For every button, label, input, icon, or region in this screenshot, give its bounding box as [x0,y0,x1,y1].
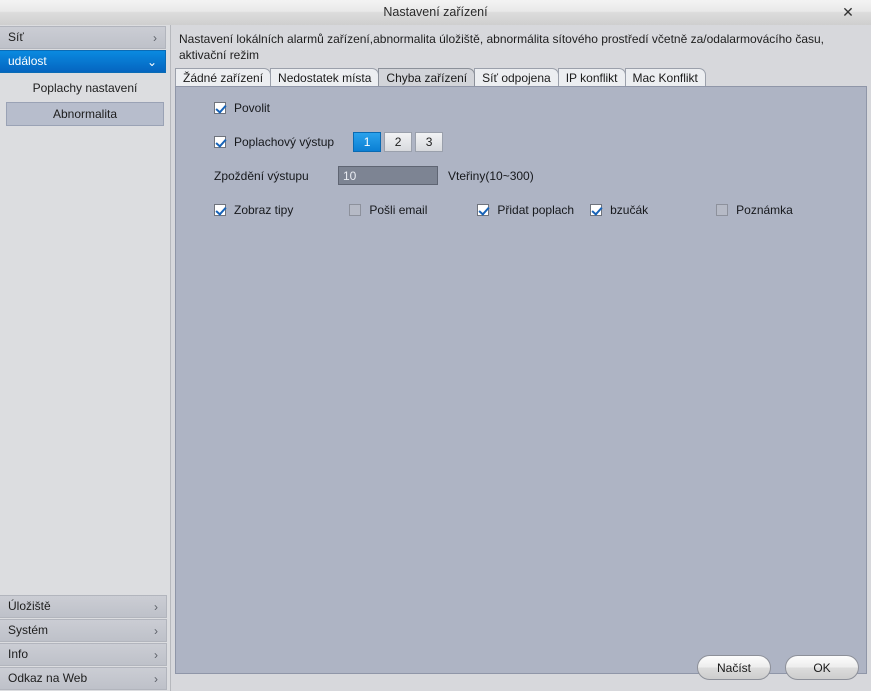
empty-checkbox-icon [349,204,362,216]
alarm-output-option-1[interactable]: 1 [353,132,382,152]
checkmark-icon [214,136,226,148]
sidebar-item-label: Síť [8,30,24,44]
empty-checkbox-icon [716,204,729,216]
show-tips-checkbox[interactable]: Zobraz tipy [214,203,293,217]
show-tips-label: Zobraz tipy [234,203,294,217]
sidebar-subnav: Poplachy nastavení Abnormalita [0,74,170,126]
device-settings-window: Nastavení zařízení ✕ Síť › událost ⌄ Pop… [0,0,871,691]
buzzer-checkbox[interactable]: bzučák [590,203,648,217]
alarm-output-option-2[interactable]: 2 [384,132,413,152]
window-title: Nastavení zařízení [383,5,488,19]
enable-checkbox[interactable]: Povolit [214,101,270,115]
sidebar-item-label: Systém [8,623,49,637]
sidebar-item-label: událost [8,54,47,68]
note-label: Poznámka [736,203,793,217]
content-area: Nastavení lokálních alarmů zařízení,abno… [171,25,871,691]
settings-panel: Povolit Poplachový výstup 1 2 3 Zpoždění… [175,86,867,674]
sidebar-item-label: Úložiště [8,599,51,613]
send-email-label: Pošli email [369,203,428,217]
add-alarm-checkbox[interactable]: Přidat poplach [477,203,574,217]
sidebar-item-info[interactable]: Info › [0,643,167,666]
sidebar-item-storage[interactable]: Úložiště › [0,595,167,618]
alarm-output-label: Poplachový výstup [234,135,335,149]
close-icon[interactable]: ✕ [825,0,871,24]
checkmark-icon [214,204,226,216]
alarm-output-option-3[interactable]: 3 [415,132,444,152]
page-description: Nastavení lokálních alarmů zařízení,abno… [179,32,824,62]
sidebar-item-system[interactable]: Systém › [0,619,167,642]
title-bar: Nastavení zařízení ✕ [0,0,871,26]
checkmark-icon [590,204,603,216]
alarm-output-checkbox[interactable]: Poplachový výstup [214,135,334,149]
ok-button[interactable]: OK [785,655,859,680]
add-alarm-label: Přidat poplach [497,203,575,217]
chevron-right-icon: › [154,623,158,638]
chevron-down-icon: ⌄ [146,54,157,69]
enable-row: Povolit [214,101,866,115]
actions-row: Zobraz tipy Pošli email Přidat poplach b… [214,203,866,217]
footer-buttons: Načíst OK [683,655,859,680]
sidebar-item-alarm-settings[interactable]: Poplachy nastavení [0,76,170,100]
buzzer-label: bzučák [610,203,649,217]
checkmark-icon [477,204,490,216]
output-delay-input[interactable] [338,166,438,185]
tab-bar: Žádné zařízení Nedostatek místa Chyba za… [175,67,871,86]
sidebar-item-web-link[interactable]: Odkaz na Web › [0,667,167,690]
output-delay-unit: Vteřiny(10~300) [448,168,534,183]
tab-ip-conflict[interactable]: IP konflikt [557,68,626,86]
output-delay-row: Zpoždění výstupu Vteřiny(10~300) [214,166,866,185]
load-button[interactable]: Načíst [697,655,771,680]
alarm-output-selector: 1 2 3 [353,132,446,152]
checkmark-icon [214,102,226,114]
tab-no-space[interactable]: Nedostatek místa [270,68,380,86]
sidebar-item-event[interactable]: událost ⌄ [0,50,166,73]
chevron-right-icon: › [154,647,158,662]
sidebar-item-network[interactable]: Síť › [0,26,166,49]
tab-device-error[interactable]: Chyba zařízení [378,68,476,86]
sidebar: Síť › událost ⌄ Poplachy nastavení Abnor… [0,25,171,691]
sidebar-bottom-group: Úložiště › Systém › Info › Odkaz na Web … [0,594,171,691]
window-body: Síť › událost ⌄ Poplachy nastavení Abnor… [0,25,871,691]
chevron-right-icon: › [153,30,157,45]
sidebar-item-label: Info [8,647,29,661]
sidebar-item-abnormality[interactable]: Abnormalita [6,102,164,126]
enable-label: Povolit [234,101,271,115]
tab-network-disconnected[interactable]: Síť odpojena [474,68,559,86]
sidebar-item-label: Odkaz na Web [8,671,88,685]
note-checkbox[interactable]: Poznámka [716,203,793,217]
chevron-right-icon: › [154,599,158,614]
alarm-output-row: Poplachový výstup 1 2 3 [214,132,866,152]
tab-no-device[interactable]: Žádné zařízení [175,68,272,86]
output-delay-label: Zpoždění výstupu [214,168,309,183]
chevron-right-icon: › [154,671,158,686]
tab-mac-conflict[interactable]: Mac Konflikt [624,68,706,86]
send-email-checkbox[interactable]: Pošli email [349,203,427,217]
